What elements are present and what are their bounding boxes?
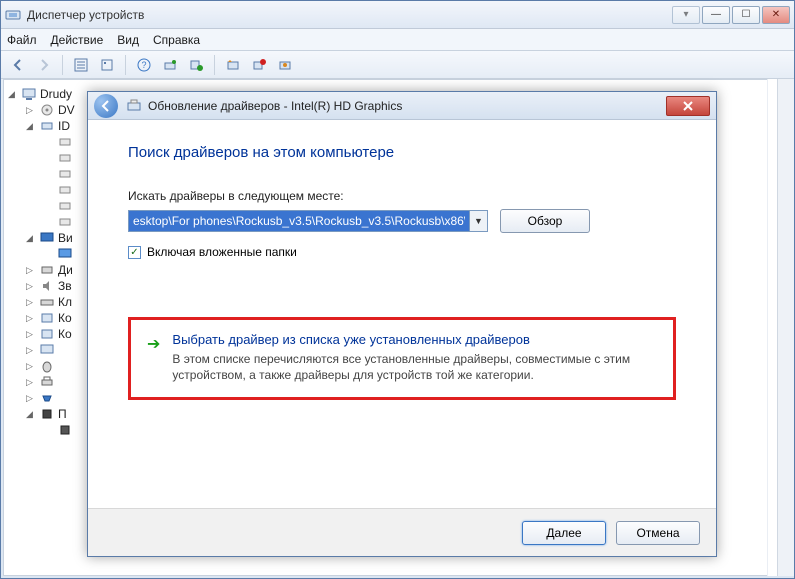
- tree-item-label: Ди: [58, 263, 73, 277]
- monitor-icon: [40, 343, 54, 357]
- controller-icon: [58, 199, 72, 213]
- tree-item-label: Зв: [58, 279, 72, 293]
- window-title: Диспетчер устройств: [27, 8, 672, 22]
- expand-icon[interactable]: ▷: [26, 297, 36, 308]
- driver-path-input[interactable]: [129, 211, 469, 231]
- printer-icon: [40, 375, 54, 389]
- option-description: В этом списке перечисляются все установл…: [172, 351, 657, 383]
- menu-view[interactable]: Вид: [117, 33, 139, 47]
- device-manager-icon: [5, 7, 21, 23]
- expand-icon[interactable]: ▷: [26, 313, 36, 324]
- tree-item-label: Ко: [58, 311, 72, 325]
- expand-icon[interactable]: ▷: [26, 265, 36, 276]
- menu-file[interactable]: Файл: [7, 33, 37, 47]
- driver-icon: [126, 98, 142, 114]
- toolbar: ?: [1, 51, 794, 79]
- close-button[interactable]: ✕: [762, 6, 790, 24]
- usb-icon: [40, 327, 54, 341]
- search-location-label: Искать драйверы в следующем месте:: [128, 189, 676, 203]
- expand-icon[interactable]: ▷: [26, 281, 36, 292]
- disk-icon: [40, 263, 54, 277]
- expand-icon[interactable]: ◢: [26, 233, 36, 244]
- dialog-body: Поиск драйверов на этом компьютере Искат…: [88, 120, 716, 410]
- cancel-button[interactable]: Отмена: [616, 521, 700, 545]
- dialog-heading: Поиск драйверов на этом компьютере: [128, 144, 676, 161]
- tree-item-label: ID: [58, 119, 70, 133]
- browse-button[interactable]: Обзор: [500, 209, 590, 233]
- controller-icon: [58, 215, 72, 229]
- tree-item-label: DV: [58, 103, 75, 117]
- computer-icon: [40, 311, 54, 325]
- tree-item-label: П: [58, 407, 67, 421]
- include-subfolders-checkbox[interactable]: ✓: [128, 246, 141, 259]
- help-icon[interactable]: ?: [133, 54, 155, 76]
- dialog-back-button[interactable]: [94, 94, 118, 118]
- next-button[interactable]: Далее: [522, 521, 606, 545]
- menubar: Файл Действие Вид Справка: [1, 29, 794, 51]
- display-adapter-icon: [58, 247, 72, 261]
- menu-action[interactable]: Действие: [51, 33, 104, 47]
- maximize-button[interactable]: ☐: [732, 6, 760, 24]
- close-icon: [682, 101, 694, 111]
- forward-arrow-icon[interactable]: [33, 54, 55, 76]
- expand-icon[interactable]: ◢: [26, 409, 36, 420]
- expand-icon[interactable]: ▷: [26, 105, 36, 116]
- expand-icon[interactable]: ▷: [26, 361, 36, 372]
- keyboard-icon: [40, 295, 54, 309]
- update-driver-dialog: Обновление драйверов - Intel(R) HD Graph…: [87, 91, 717, 557]
- back-arrow-icon: [99, 99, 113, 113]
- device-manager-window: Диспетчер устройств ▾ — ☐ ✕ Файл Действи…: [0, 0, 795, 579]
- pin-button[interactable]: ▾: [672, 6, 700, 24]
- expand-icon[interactable]: ▷: [26, 393, 36, 404]
- expand-icon[interactable]: ◢: [8, 89, 18, 100]
- computer-icon: [22, 87, 36, 101]
- enable-icon[interactable]: [274, 54, 296, 76]
- vertical-scrollbar[interactable]: [777, 79, 794, 576]
- dropdown-icon[interactable]: ▼: [469, 211, 487, 231]
- tree-item-label: Кл: [58, 295, 72, 309]
- dialog-footer: Далее Отмена: [88, 508, 716, 556]
- dvd-icon: [40, 103, 54, 117]
- dialog-close-button[interactable]: [666, 96, 710, 116]
- properties-icon[interactable]: [96, 54, 118, 76]
- controller-icon: [58, 151, 72, 165]
- back-arrow-icon[interactable]: [7, 54, 29, 76]
- option-title: Выбрать драйвер из списка уже установлен…: [172, 332, 657, 347]
- scan-hardware-icon[interactable]: [222, 54, 244, 76]
- port-icon: [40, 391, 54, 405]
- update-driver-icon[interactable]: [159, 54, 181, 76]
- svg-text:?: ?: [141, 60, 146, 70]
- cpu-icon: [58, 423, 72, 437]
- menu-help[interactable]: Справка: [153, 33, 200, 47]
- tree-root-label: Drudy: [40, 87, 72, 101]
- tree-item-label: Ви: [58, 231, 73, 245]
- arrow-right-icon: ➔: [147, 334, 160, 383]
- pick-from-list-option[interactable]: ➔ Выбрать драйвер из списка уже установл…: [128, 317, 676, 400]
- titlebar: Диспетчер устройств ▾ — ☐ ✕: [1, 1, 794, 29]
- controller-icon: [58, 135, 72, 149]
- scroll-gap: [767, 79, 777, 576]
- driver-path-combo[interactable]: ▼: [128, 210, 488, 232]
- details-icon[interactable]: [70, 54, 92, 76]
- tree-item-label: Ко: [58, 327, 72, 341]
- controller-icon: [58, 183, 72, 197]
- controller-icon: [58, 167, 72, 181]
- minimize-button[interactable]: —: [702, 6, 730, 24]
- ide-icon: [40, 119, 54, 133]
- expand-icon[interactable]: ◢: [26, 121, 36, 132]
- include-subfolders-label: Включая вложенные папки: [147, 245, 297, 259]
- processor-icon: [40, 407, 54, 421]
- mouse-icon: [40, 359, 54, 373]
- expand-icon[interactable]: ▷: [26, 377, 36, 388]
- display-icon: [40, 231, 54, 245]
- disable-icon[interactable]: [248, 54, 270, 76]
- audio-icon: [40, 279, 54, 293]
- uninstall-icon[interactable]: [185, 54, 207, 76]
- expand-icon[interactable]: ▷: [26, 345, 36, 356]
- dialog-titlebar: Обновление драйверов - Intel(R) HD Graph…: [88, 92, 716, 120]
- dialog-title: Обновление драйверов - Intel(R) HD Graph…: [148, 99, 666, 113]
- expand-icon[interactable]: ▷: [26, 329, 36, 340]
